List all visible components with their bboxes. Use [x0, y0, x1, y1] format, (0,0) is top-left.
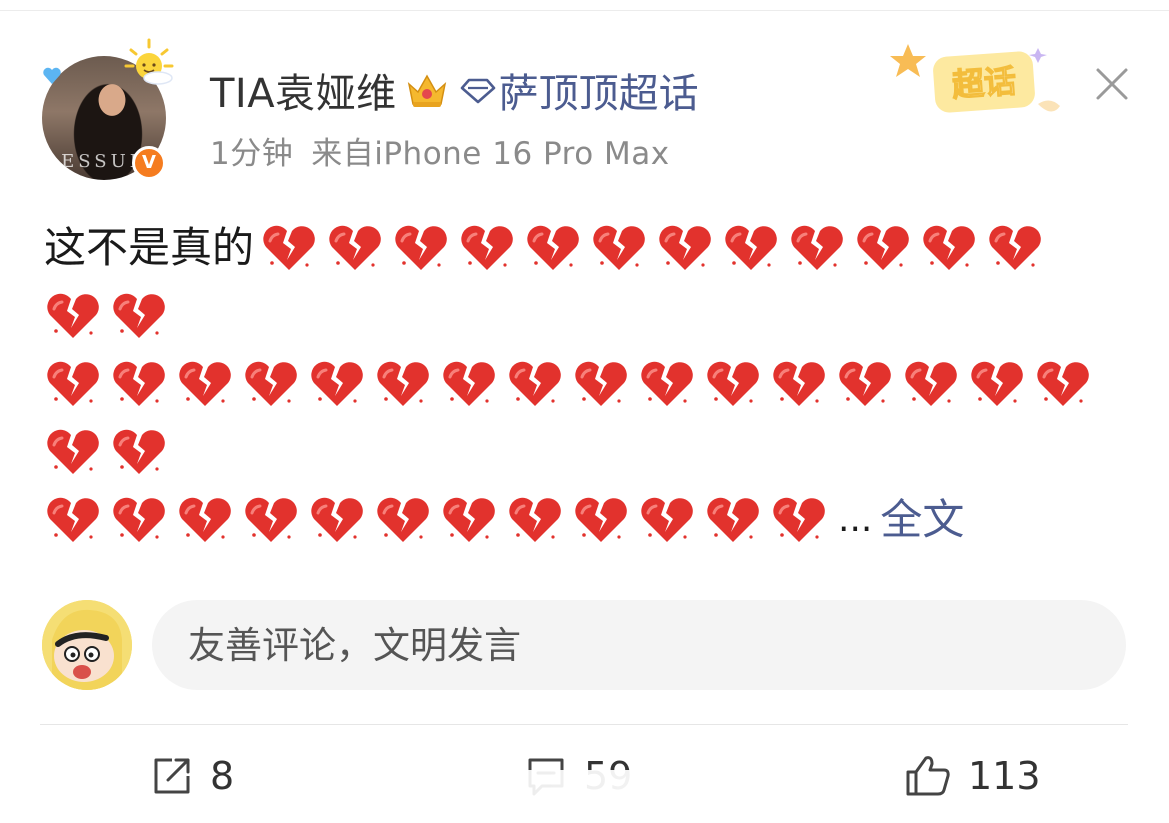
share-icon — [154, 758, 190, 794]
broken-heart-icon — [920, 223, 978, 273]
broken-heart-icon — [458, 223, 516, 273]
action-divider — [40, 724, 1128, 725]
post-line-4 — [44, 418, 1134, 486]
author-name[interactable]: TIA袁娅维 — [210, 61, 397, 119]
broken-heart-group — [260, 223, 1052, 273]
broken-heart-icon — [392, 223, 450, 273]
broken-heart-icon — [572, 495, 630, 545]
share-count: 8 — [210, 754, 235, 798]
broken-heart-icon — [704, 359, 762, 409]
broken-heart-icon — [260, 223, 318, 273]
supertopic-badge-label: 超话 — [951, 62, 1018, 104]
broken-heart-icon — [788, 223, 846, 273]
broken-heart-group — [44, 359, 1100, 409]
close-icon[interactable] — [1092, 64, 1132, 104]
broken-heart-icon — [110, 359, 168, 409]
post-line-1: 这不是真的 — [44, 214, 1134, 282]
post-body: 这不是真的 ... 全文 — [44, 214, 1134, 554]
broken-heart-group — [44, 427, 176, 477]
verified-badge: V — [132, 146, 166, 180]
broken-heart-icon — [506, 359, 564, 409]
post-source: 来自iPhone 16 Pro Max — [311, 136, 670, 172]
broken-heart-icon — [638, 359, 696, 409]
broken-heart-icon — [902, 359, 960, 409]
broken-heart-icon — [440, 359, 498, 409]
broken-heart-icon — [836, 359, 894, 409]
ellipsis: ... — [838, 499, 873, 540]
blue-heart-decoration-icon — [43, 67, 61, 84]
sun-decoration-icon — [124, 38, 174, 85]
broken-heart-icon — [110, 495, 168, 545]
broken-heart-icon — [590, 223, 648, 273]
diamond-icon — [460, 78, 495, 104]
broken-heart-icon — [440, 495, 498, 545]
broken-heart-icon — [986, 223, 1044, 273]
cartoon-avatar-icon — [42, 600, 132, 690]
top-divider — [0, 0, 1169, 11]
broken-heart-icon — [44, 427, 102, 477]
like-count: 113 — [968, 754, 1041, 798]
author-avatar-group[interactable]: ESSUE V — [40, 38, 174, 184]
broken-heart-icon — [770, 359, 828, 409]
broken-heart-icon — [506, 495, 564, 545]
broken-heart-icon — [110, 291, 168, 341]
broken-heart-icon — [722, 223, 780, 273]
supertopic-badge-icon[interactable]: 超话 — [888, 34, 1078, 124]
broken-heart-icon — [44, 291, 102, 341]
share-button[interactable]: 8 — [150, 748, 234, 804]
broken-heart-icon — [374, 359, 432, 409]
crown-badge-icon[interactable] — [405, 70, 449, 110]
broken-heart-icon — [110, 427, 168, 477]
broken-heart-icon — [524, 223, 582, 273]
broken-heart-icon — [176, 495, 234, 545]
supertopic-link[interactable]: 萨顶顶超话 — [459, 61, 699, 119]
full-text-link[interactable]: 全文 — [880, 486, 964, 554]
broken-heart-icon — [572, 359, 630, 409]
broken-heart-icon — [44, 359, 102, 409]
broken-heart-icon — [656, 223, 714, 273]
broken-heart-icon — [176, 359, 234, 409]
post-text: 这不是真的 — [44, 223, 255, 272]
blur-overlay — [494, 770, 690, 810]
supertopic-name: 萨顶顶超话 — [498, 71, 699, 117]
thumbs-up-icon — [906, 756, 950, 796]
broken-heart-icon — [326, 223, 384, 273]
broken-heart-icon — [374, 495, 432, 545]
broken-heart-icon — [770, 495, 828, 545]
broken-heart-group — [44, 495, 836, 545]
like-button[interactable]: 113 — [904, 748, 1041, 804]
author-row: TIA袁娅维 萨顶顶超话 — [210, 60, 699, 120]
broken-heart-icon — [854, 223, 912, 273]
broken-heart-icon — [1034, 359, 1092, 409]
broken-heart-icon — [638, 495, 696, 545]
broken-heart-icon — [308, 495, 366, 545]
broken-heart-icon — [44, 495, 102, 545]
comment-input[interactable] — [152, 600, 1126, 690]
broken-heart-icon — [242, 495, 300, 545]
broken-heart-group — [44, 291, 176, 341]
broken-heart-icon — [704, 495, 762, 545]
post-line-2 — [44, 282, 1134, 350]
current-user-avatar[interactable] — [42, 600, 132, 690]
post-line-3 — [44, 350, 1134, 418]
post-line-5: ... 全文 — [44, 486, 1134, 554]
post-meta: 1分钟 来自iPhone 16 Pro Max — [210, 128, 670, 173]
broken-heart-icon — [308, 359, 366, 409]
broken-heart-icon — [968, 359, 1026, 409]
post-time: 1分钟 — [210, 136, 294, 172]
broken-heart-icon — [242, 359, 300, 409]
